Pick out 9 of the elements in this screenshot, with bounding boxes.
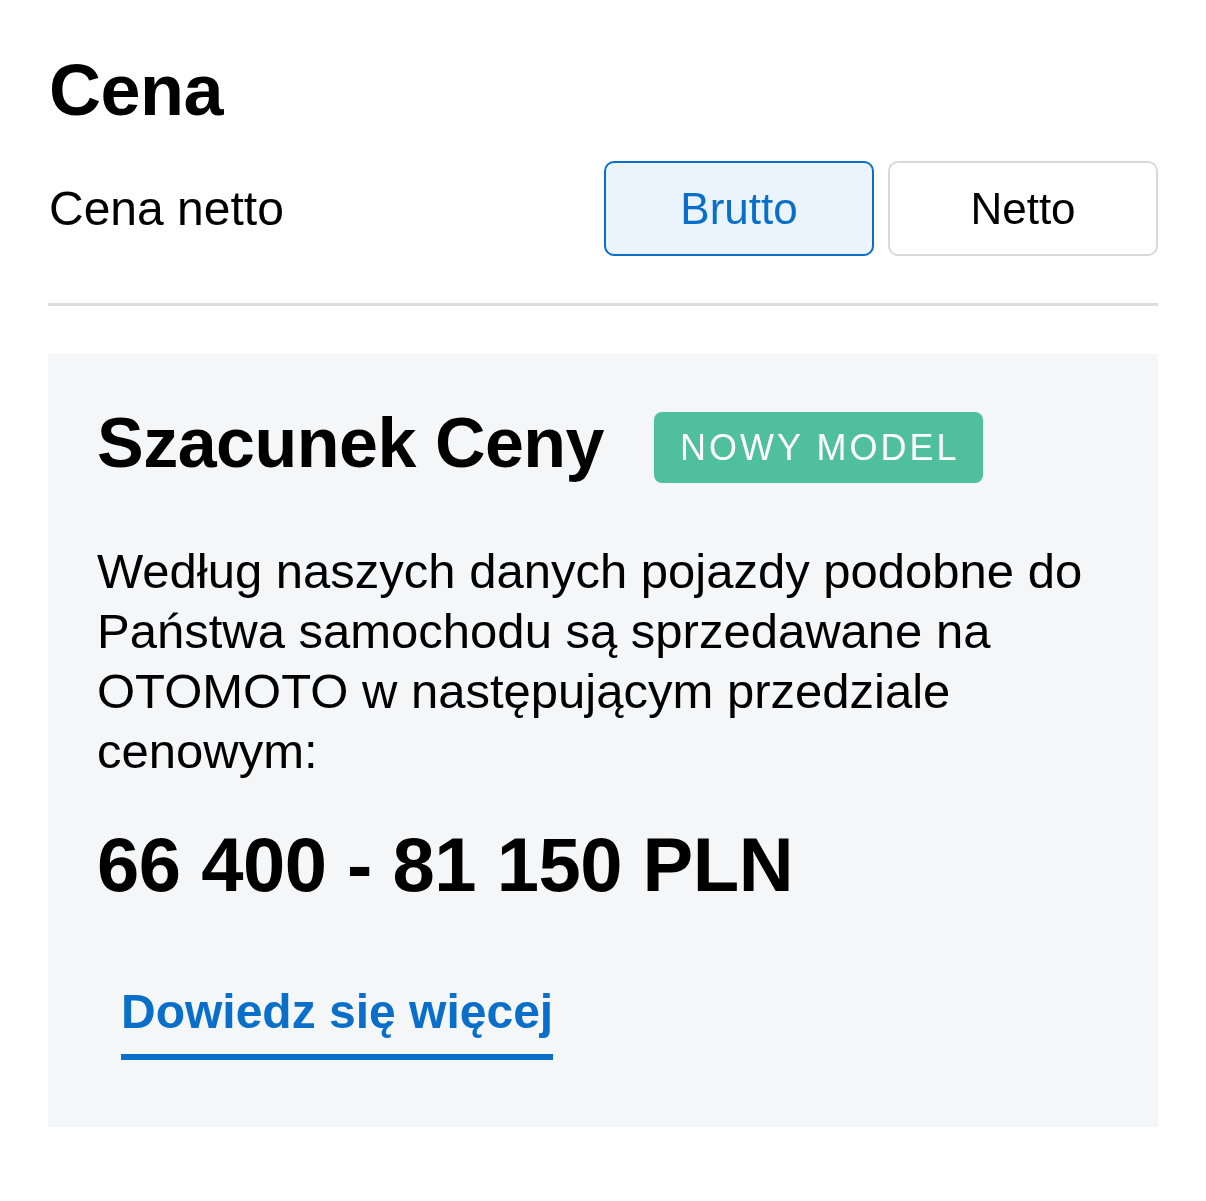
toggle-option[interactable]: Netto	[888, 161, 1158, 256]
learn-more-link[interactable]: Dowiedz się więcej	[121, 982, 554, 1061]
estimate-title: Szacunek Ceny	[97, 405, 605, 483]
price-type-label: Cena netto	[49, 180, 284, 237]
estimate-description: Według naszych danych pojazdy podobne do Państwa samochodu są sprzedawane na OTOMOTO w następującym przedziale cenowym:	[97, 543, 1084, 781]
toggle-option[interactable]: Brutto	[604, 161, 874, 256]
section-title: Cena	[49, 54, 225, 126]
price-range: 66 400 - 81 150 PLN	[97, 823, 795, 907]
new-model-tag: NOWY MODEL	[654, 412, 984, 484]
